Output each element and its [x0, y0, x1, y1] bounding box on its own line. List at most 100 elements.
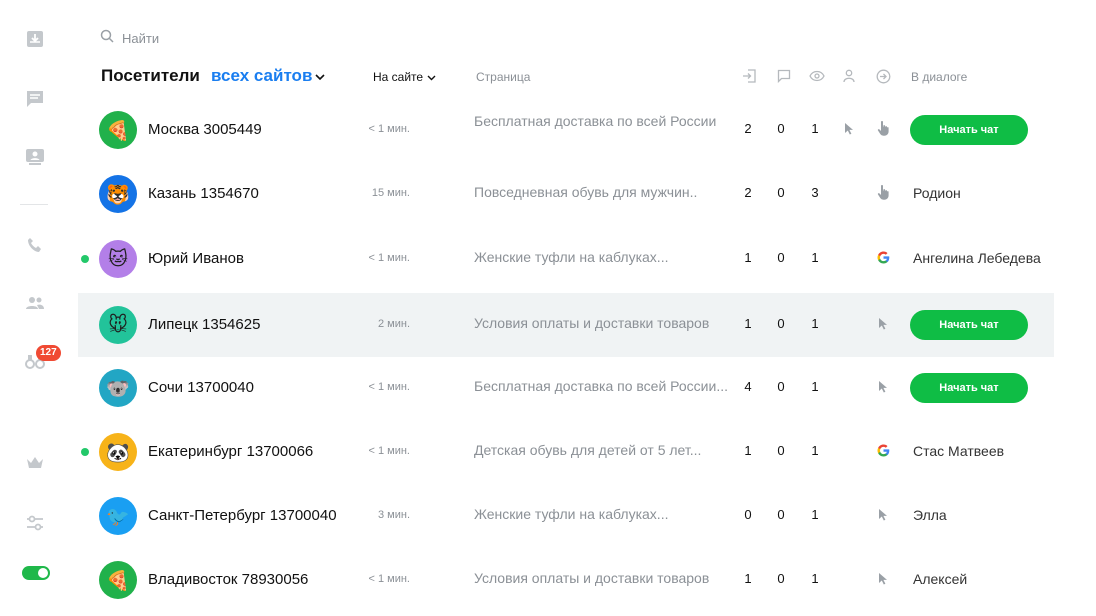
phone-icon[interactable] [22, 232, 48, 258]
views-count: 3 [811, 185, 819, 200]
current-page: Бесплатная доставка по всей России [474, 113, 717, 129]
views-count: 1 [811, 250, 819, 265]
team-icon[interactable] [22, 290, 48, 316]
visit-time: 15 мин. [371, 187, 410, 199]
sidebar: 127 [0, 0, 70, 616]
visits-count: 4 [744, 379, 752, 394]
chats-count: 0 [777, 379, 785, 394]
visit-time: 2 мин. [377, 318, 410, 330]
operator-name: Стас Матвеев [913, 443, 1005, 459]
avatar: 🐯 [99, 175, 137, 213]
arrow-circle-icon [875, 68, 891, 84]
koala-icon: 🐨 [106, 377, 130, 400]
views-count: 1 [811, 507, 819, 522]
chat-icon[interactable] [22, 86, 48, 112]
chats-count: 0 [777, 507, 785, 522]
visitor-name[interactable]: Сочи 13700040 [148, 379, 254, 396]
views-count: 1 [811, 316, 819, 331]
visitor-name[interactable]: Москва 3005449 [148, 121, 262, 138]
status-filter[interactable]: На сайте [373, 70, 436, 84]
settings-sliders-icon[interactable] [22, 510, 48, 536]
message-icon [776, 68, 792, 84]
avatar: 🍕 [99, 111, 137, 149]
visitor-name[interactable]: Казань 1354670 [148, 185, 259, 202]
start-chat-button[interactable]: Начать чат [910, 310, 1028, 340]
visitor-row[interactable]: 🐭 Липецк 1354625 2 мин. Условия оплаты и до… [78, 293, 1054, 357]
views-count: 1 [811, 443, 819, 458]
notification-badge: 127 [36, 345, 61, 361]
chats-count: 0 [777, 443, 785, 458]
visits-count: 2 [744, 185, 752, 200]
visit-time: < 1 мин. [368, 573, 411, 585]
visitor-row[interactable]: 🐯 Казань 1354670 15 мин. Повседневная обувь… [78, 162, 1054, 226]
cursor-icon [876, 378, 890, 394]
current-page: Условия оплаты и доставки товаров [474, 315, 710, 331]
chats-count: 0 [777, 185, 785, 200]
avatar: 🐱 [99, 240, 137, 278]
start-chat-button[interactable]: Начать чат [910, 373, 1028, 403]
visit-time: 3 мин. [377, 509, 410, 521]
tiger-icon: 🐯 [106, 183, 130, 206]
start-chat-button[interactable]: Начать чат [910, 115, 1028, 145]
search-icon [100, 29, 114, 48]
visitor-name[interactable]: Липецк 1354625 [148, 316, 260, 333]
visitor-row[interactable]: 🍕 Владивосток 78930056 < 1 мин. Условия опл… [78, 548, 1054, 612]
bird-icon: 🐦 [106, 505, 130, 528]
visitor-row[interactable]: 🐼 Екатеринбург 13700066 < 1 мин. Детская об… [78, 420, 1054, 484]
visit-time: < 1 мин. [368, 445, 411, 457]
visitor-name[interactable]: Санкт-Петербург 13700040 [148, 507, 337, 524]
operator-name: Алексей [913, 571, 968, 587]
page-title: Посетители [101, 66, 200, 85]
visitor-row[interactable]: 🐱 Юрий Иванов < 1 мин. Женские туфли на каб… [78, 227, 1054, 291]
avatar: 🐼 [99, 433, 137, 471]
visit-time: < 1 мин. [368, 381, 411, 393]
online-indicator [81, 448, 89, 456]
hand-icon [876, 120, 890, 136]
current-page: Детская обувь для детей от 5 лет... [474, 442, 702, 458]
inbox-icon[interactable] [22, 26, 48, 52]
cursor-icon [876, 570, 890, 586]
current-page: Бесплатная доставка по всей России... [474, 378, 728, 394]
visits-count: 0 [744, 507, 752, 522]
online-indicator [81, 255, 89, 263]
visitor-row[interactable]: 🍕 Москва 3005449 < 1 мин. Бесплатная достав… [78, 98, 1054, 162]
visitors-icon[interactable] [22, 144, 48, 170]
visitor-name[interactable]: Екатеринбург 13700066 [148, 443, 313, 460]
google-icon [876, 442, 890, 458]
avatar: 🍕 [99, 561, 137, 599]
hand-icon [876, 184, 890, 200]
mouse-icon: 🐭 [108, 314, 128, 336]
enter-icon [741, 68, 757, 84]
operator-name: Ангелина Лебедева [913, 250, 1041, 266]
cursor-icon [876, 506, 890, 522]
online-toggle[interactable] [22, 566, 50, 580]
crown-icon[interactable] [22, 450, 48, 476]
visit-time: < 1 мин. [368, 123, 411, 135]
visits-count: 1 [744, 443, 752, 458]
current-page: Условия оплаты и доставки товаров [474, 570, 710, 586]
chats-count: 0 [777, 316, 785, 331]
views-count: 1 [811, 571, 819, 586]
current-page: Женские туфли на каблуках... [474, 506, 669, 522]
chats-count: 0 [777, 571, 785, 586]
person-icon [841, 68, 857, 84]
visitor-name[interactable]: Владивосток 78930056 [148, 571, 308, 588]
avatar: 🐦 [99, 497, 137, 535]
cursor-icon [842, 120, 856, 136]
visits-count: 2 [744, 121, 752, 136]
visitor-row[interactable]: 🐨 Сочи 13700040 < 1 мин. Бесплатная доставк… [78, 356, 1054, 420]
status-filter-label: На сайте [373, 70, 424, 84]
search-input[interactable] [122, 31, 322, 46]
panda-icon: 🐼 [106, 441, 130, 464]
visit-time: < 1 мин. [368, 252, 411, 264]
search-bar [100, 29, 322, 48]
chats-count: 0 [777, 121, 785, 136]
visitor-row[interactable]: 🐦 Санкт-Петербург 13700040 3 мин. Женские т… [78, 484, 1054, 548]
pizza-icon: 🍕 [106, 119, 130, 142]
views-count: 1 [811, 121, 819, 136]
visits-count: 1 [744, 316, 752, 331]
visitor-name[interactable]: Юрий Иванов [148, 250, 244, 267]
chevron-down-icon [315, 66, 325, 86]
chevron-down-icon [427, 70, 436, 84]
sites-selector[interactable]: всех сайтов [211, 66, 325, 86]
